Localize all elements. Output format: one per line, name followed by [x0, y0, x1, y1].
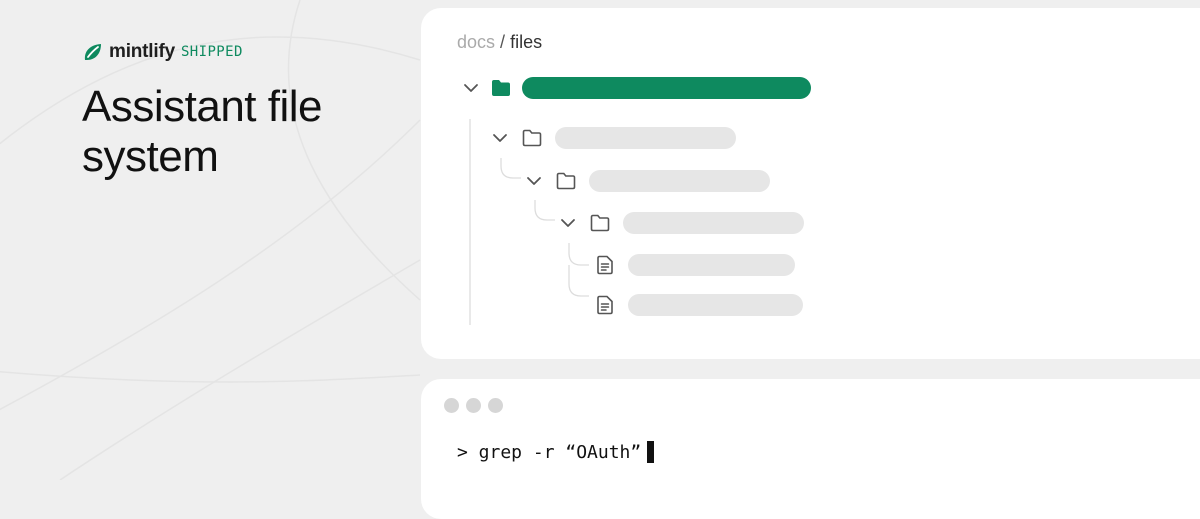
brand-tag: SHIPPED	[180, 44, 243, 60]
tree-item-folder[interactable]	[525, 169, 770, 193]
chevron-down-icon[interactable]	[525, 172, 543, 190]
chevron-down-icon[interactable]	[462, 79, 480, 97]
brand-name: mintlify	[109, 41, 175, 62]
terminal-cursor	[647, 441, 655, 463]
folder-icon	[522, 129, 542, 147]
terminal-command: > grep -r “OAuth”	[457, 441, 642, 463]
file-icon	[597, 255, 613, 275]
tree-item-label-placeholder	[623, 212, 804, 234]
terminal-panel: > grep -r “OAuth”	[421, 379, 1200, 519]
folder-filled-icon	[492, 80, 510, 96]
tree-item-folder[interactable]	[559, 211, 804, 235]
folder-icon	[556, 172, 576, 190]
window-control-dot[interactable]	[444, 398, 459, 413]
tree-item-label-placeholder	[628, 294, 803, 316]
mintlify-leaf-icon	[84, 44, 101, 60]
folder-icon	[590, 214, 610, 232]
file-tree-panel: docs / files	[421, 8, 1200, 359]
tree-item-root-folder[interactable]	[462, 76, 811, 100]
chevron-down-icon[interactable]	[491, 129, 509, 147]
file-icon	[597, 295, 613, 315]
tree-item-file[interactable]	[594, 293, 803, 317]
tree-item-file[interactable]	[594, 253, 795, 277]
tree-item-folder[interactable]	[491, 126, 736, 150]
brand-logo: mintlify SHIPPED	[82, 40, 243, 64]
tree-item-label-placeholder	[522, 77, 811, 99]
chevron-down-icon[interactable]	[559, 214, 577, 232]
tree-item-label-placeholder	[628, 254, 795, 276]
window-control-dot[interactable]	[466, 398, 481, 413]
window-control-dot[interactable]	[488, 398, 503, 413]
terminal-command-line[interactable]: > grep -r “OAuth”	[457, 441, 655, 463]
page-title: Assistant file system	[82, 82, 322, 181]
tree-item-label-placeholder	[555, 127, 736, 149]
tree-item-label-placeholder	[589, 170, 770, 192]
